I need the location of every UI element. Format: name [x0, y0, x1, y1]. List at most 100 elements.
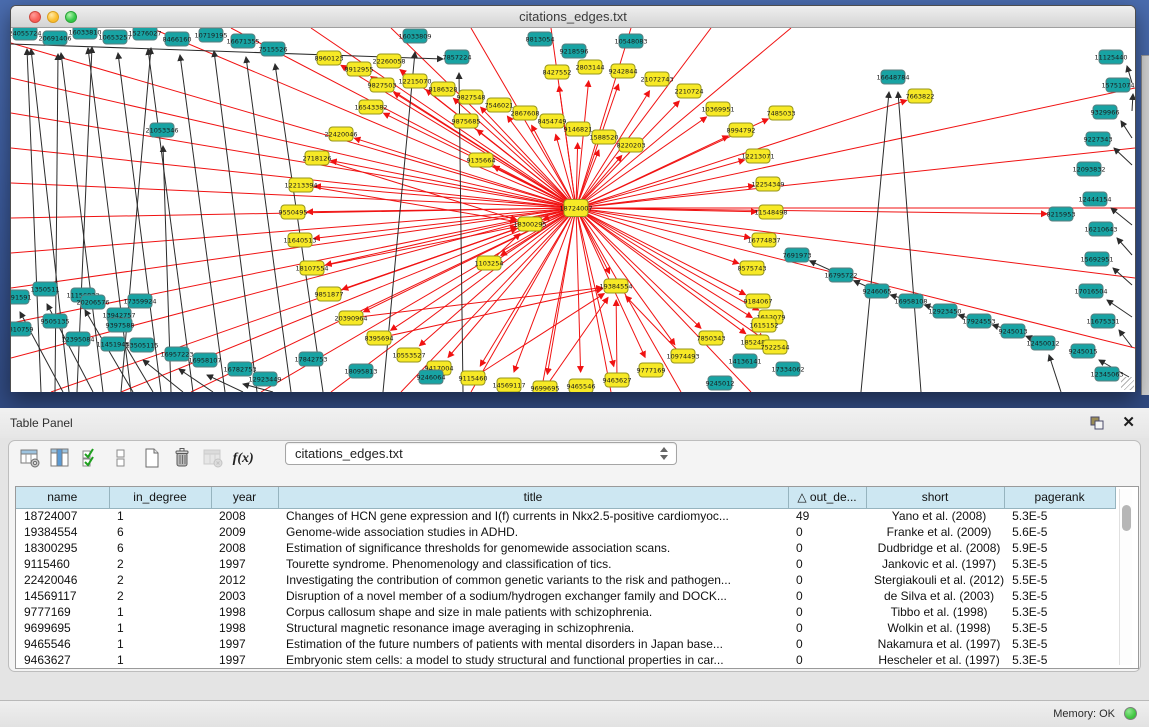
- graph-node[interactable]: 16543382: [354, 100, 387, 114]
- graph-node[interactable]: 17924553: [962, 314, 995, 328]
- cell-short[interactable]: Stergiakouli et al. (2012): [866, 572, 1004, 588]
- cell-out_de[interactable]: 0: [788, 540, 866, 556]
- cell-title[interactable]: Corpus callosum shape and size in male p…: [278, 604, 788, 620]
- cell-in_degree[interactable]: 1: [109, 604, 211, 620]
- graph-node[interactable]: 12444154: [1078, 192, 1111, 206]
- graph-node[interactable]: 9135664: [467, 153, 496, 167]
- select-all-icon[interactable]: [78, 447, 104, 471]
- graph-node[interactable]: 21072743: [640, 72, 673, 86]
- citation-edge-black[interactable]: [898, 92, 921, 392]
- citation-edge-black[interactable]: [1132, 94, 1133, 111]
- graph-node[interactable]: 8186328: [429, 82, 458, 96]
- cell-short[interactable]: Yano et al. (2008): [866, 508, 1004, 524]
- citation-edge-black[interactable]: [861, 92, 889, 392]
- cell-year[interactable]: 1997: [211, 652, 278, 668]
- cell-pagerank[interactable]: 5.3E-5: [1004, 652, 1115, 668]
- cell-out_de[interactable]: 0: [788, 572, 866, 588]
- cell-year[interactable]: 1997: [211, 556, 278, 572]
- column-header-year[interactable]: year: [211, 487, 278, 508]
- citation-edge-red[interactable]: [576, 208, 746, 295]
- graph-node[interactable]: 14136141: [728, 354, 761, 368]
- cell-name[interactable]: 9777169: [16, 604, 109, 620]
- citation-edge-black[interactable]: [275, 64, 323, 392]
- citation-edge-black[interactable]: [179, 369, 213, 392]
- graph-node[interactable]: 2210724: [675, 84, 704, 98]
- cell-title[interactable]: Embryonic stem cells: a model to study s…: [278, 652, 788, 668]
- memory-status-icon[interactable]: [1124, 707, 1137, 720]
- show-column-icon[interactable]: [47, 447, 73, 471]
- graph-node[interactable]: 8960123: [315, 51, 344, 65]
- table-row[interactable]: 946554611997Estimation of the future num…: [16, 636, 1123, 652]
- graph-node[interactable]: 7546021: [485, 98, 514, 112]
- graph-node[interactable]: 10369951: [701, 102, 734, 116]
- cell-pagerank[interactable]: 5.6E-5: [1004, 524, 1115, 540]
- graph-node[interactable]: 10719195: [194, 28, 227, 42]
- cell-in_degree[interactable]: 2: [109, 572, 211, 588]
- function-builder-icon[interactable]: f(x): [230, 447, 256, 471]
- table-row[interactable]: 911546021997Tourette syndrome. Phenomeno…: [16, 556, 1123, 572]
- cell-title[interactable]: Disruption of a novel member of a sodium…: [278, 588, 788, 604]
- table-row[interactable]: 1830029562008Estimation of significance …: [16, 540, 1123, 556]
- graph-node[interactable]: 12093832: [1072, 162, 1105, 176]
- graph-node[interactable]: 16033809: [398, 29, 431, 43]
- cell-in_degree[interactable]: 1: [109, 636, 211, 652]
- cell-short[interactable]: Jankovic et al. (1997): [866, 556, 1004, 572]
- graph-node[interactable]: 8810759: [11, 322, 33, 336]
- graph-node[interactable]: 9246065: [863, 284, 892, 298]
- cell-name[interactable]: 18724007: [16, 508, 109, 524]
- cell-year[interactable]: 2003: [211, 588, 278, 604]
- graph-node[interactable]: 8813054: [526, 32, 555, 46]
- graph-node[interactable]: 16958107: [188, 353, 221, 367]
- table-settings-icon[interactable]: [17, 447, 43, 471]
- citation-edge-red[interactable]: [576, 208, 1047, 214]
- cell-in_degree[interactable]: 6: [109, 524, 211, 540]
- graph-node[interactable]: 9827548: [457, 90, 486, 104]
- cell-short[interactable]: Franke et al. (2009): [866, 524, 1004, 540]
- citation-edge-red[interactable]: [576, 148, 1135, 208]
- table-row[interactable]: 969969511998Structural magnetic resonanc…: [16, 620, 1123, 636]
- cell-year[interactable]: 2008: [211, 540, 278, 556]
- graph-node[interactable]: 3991591: [11, 290, 31, 304]
- cell-short[interactable]: de Silva et al. (2003): [866, 588, 1004, 604]
- cell-pagerank[interactable]: 5.3E-5: [1004, 620, 1115, 636]
- graph-node[interactable]: 16795722: [824, 268, 857, 282]
- network-canvas[interactable]: 8960123891295522260058982750316543382122…: [11, 28, 1135, 392]
- float-panel-icon[interactable]: [1089, 415, 1105, 431]
- graph-node[interactable]: 10548083: [614, 34, 647, 48]
- graph-node[interactable]: 7691973: [783, 248, 812, 262]
- graph-node[interactable]: 24055724: [11, 28, 42, 40]
- delete-table-icon[interactable]: [200, 447, 226, 471]
- citation-edge-red[interactable]: [626, 296, 683, 356]
- graph-node[interactable]: 9227343: [1084, 132, 1113, 146]
- cell-out_de[interactable]: 0: [788, 524, 866, 540]
- graph-node[interactable]: 16033810: [68, 28, 101, 39]
- citation-edge-red[interactable]: [576, 28, 711, 208]
- citation-edge-black[interactable]: [27, 49, 41, 392]
- graph-node[interactable]: 21053346: [145, 123, 178, 137]
- graph-node[interactable]: 2803144: [576, 60, 605, 74]
- graph-node[interactable]: 8427552: [543, 65, 572, 79]
- cell-out_de[interactable]: 0: [788, 604, 866, 620]
- citation-edge-black[interactable]: [1117, 238, 1132, 255]
- citation-edge-red[interactable]: [351, 288, 602, 318]
- cell-out_de[interactable]: 0: [788, 556, 866, 572]
- cell-in_degree[interactable]: 6: [109, 540, 211, 556]
- column-header-out_de[interactable]: △ out_de...: [788, 487, 866, 508]
- cell-name[interactable]: 22420046: [16, 572, 109, 588]
- graph-node[interactable]: 7850343: [697, 331, 726, 345]
- cell-year[interactable]: 2009: [211, 524, 278, 540]
- table-row[interactable]: 1872400712008Changes of HCN gene express…: [16, 508, 1123, 524]
- graph-node[interactable]: 12345063: [1090, 367, 1123, 381]
- citation-edge-black[interactable]: [1113, 268, 1132, 285]
- graph-node[interactable]: 9463627: [603, 373, 632, 387]
- cell-short[interactable]: Tibbo et al. (1998): [866, 604, 1004, 620]
- graph-hub-node[interactable]: 18724007: [559, 200, 592, 217]
- graph-node[interactable]: 9699695: [531, 381, 560, 392]
- resize-grip-icon[interactable]: [1121, 377, 1134, 390]
- graph-node[interactable]: 8215953: [1047, 207, 1076, 221]
- graph-node[interactable]: 7663822: [906, 89, 935, 103]
- graph-node[interactable]: 1588520: [590, 130, 619, 144]
- table-scrollbar[interactable]: [1119, 489, 1132, 665]
- clear-selection-icon[interactable]: [108, 447, 134, 471]
- cell-out_de[interactable]: 0: [788, 588, 866, 604]
